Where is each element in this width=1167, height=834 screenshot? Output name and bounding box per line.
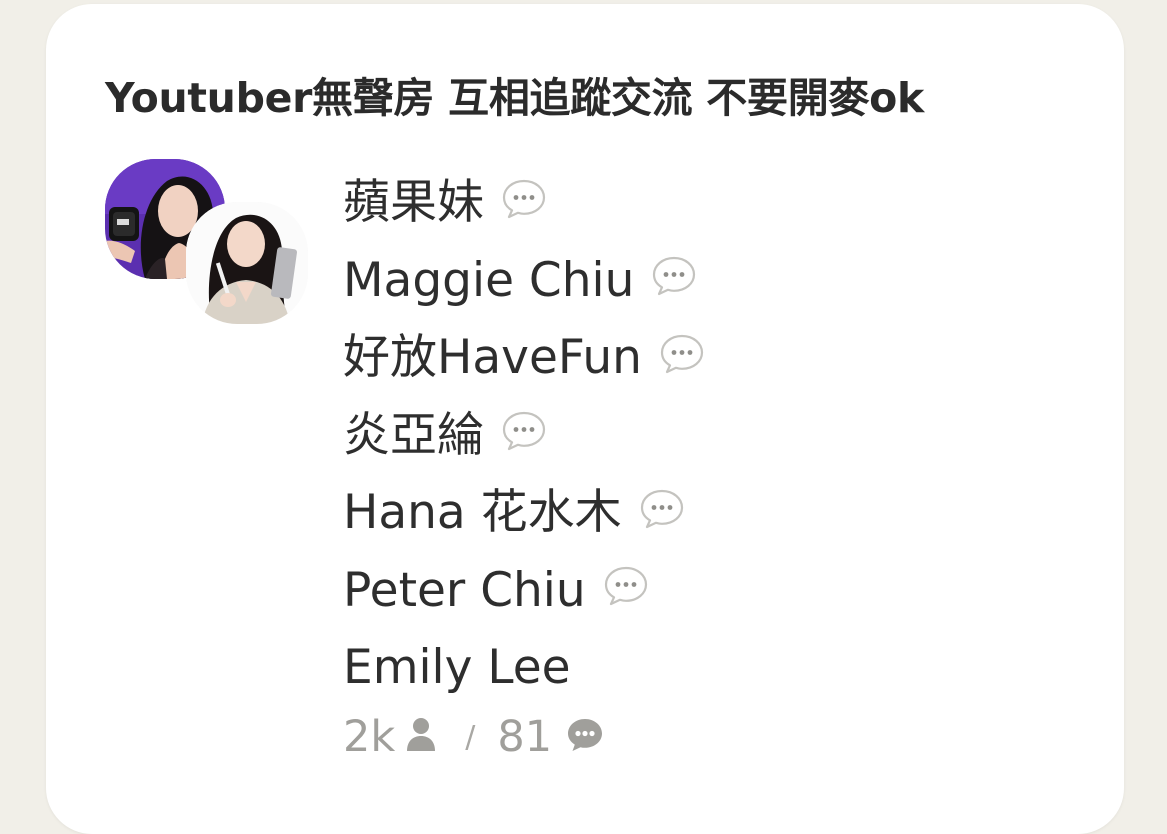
speaker-item[interactable]: Peter Chiu — [343, 552, 705, 630]
speaker-item[interactable]: Emily Lee — [343, 629, 705, 707]
speaker-item[interactable]: Maggie Chiu — [343, 242, 705, 320]
speaker-list: 蘋果妹 Maggie Chiu 好放HaveFun 炎亞綸 Hana 花水木 P… — [343, 164, 705, 707]
chat-bubble-icon — [604, 567, 647, 606]
speaker-item[interactable]: 炎亞綸 — [343, 397, 705, 475]
stats-separator: / — [465, 719, 476, 755]
chat-bubble-icon — [660, 334, 704, 373]
listener-count: 2k — [343, 712, 396, 762]
speaker-name: 好放HaveFun — [343, 330, 642, 386]
speaker-name: Peter Chiu — [343, 562, 586, 618]
speaker-name: Maggie Chiu — [343, 252, 635, 308]
speaker-avatar-2[interactable] — [186, 202, 308, 324]
speaker-name: 蘋果妹 — [343, 175, 484, 231]
person-icon — [407, 718, 436, 751]
speaker-photo-2 — [186, 202, 308, 324]
chat-bubble-icon — [502, 412, 546, 451]
chat-bubble-icon — [640, 489, 683, 528]
speaker-name: Emily Lee — [343, 640, 571, 696]
speaker-name: 炎亞綸 — [343, 407, 484, 463]
chat-bubble-icon — [653, 257, 696, 296]
speaker-item[interactable]: 蘋果妹 — [343, 164, 705, 242]
room-title: Youtuber無聲房 互相追蹤交流 不要開麥ok — [105, 74, 924, 122]
room-card[interactable]: Youtuber無聲房 互相追蹤交流 不要開麥ok 蘋果妹 Maggie Chi… — [46, 4, 1124, 834]
speaker-item[interactable]: 好放HaveFun — [343, 319, 705, 397]
chat-bubble-icon — [502, 179, 546, 218]
speaker-name: Hana 花水木 — [343, 485, 622, 541]
speaker-item[interactable]: Hana 花水木 — [343, 474, 705, 552]
room-stats: 2k / 81 — [343, 712, 604, 762]
chat-icon — [568, 719, 603, 751]
speaker-count: 81 — [497, 712, 553, 762]
